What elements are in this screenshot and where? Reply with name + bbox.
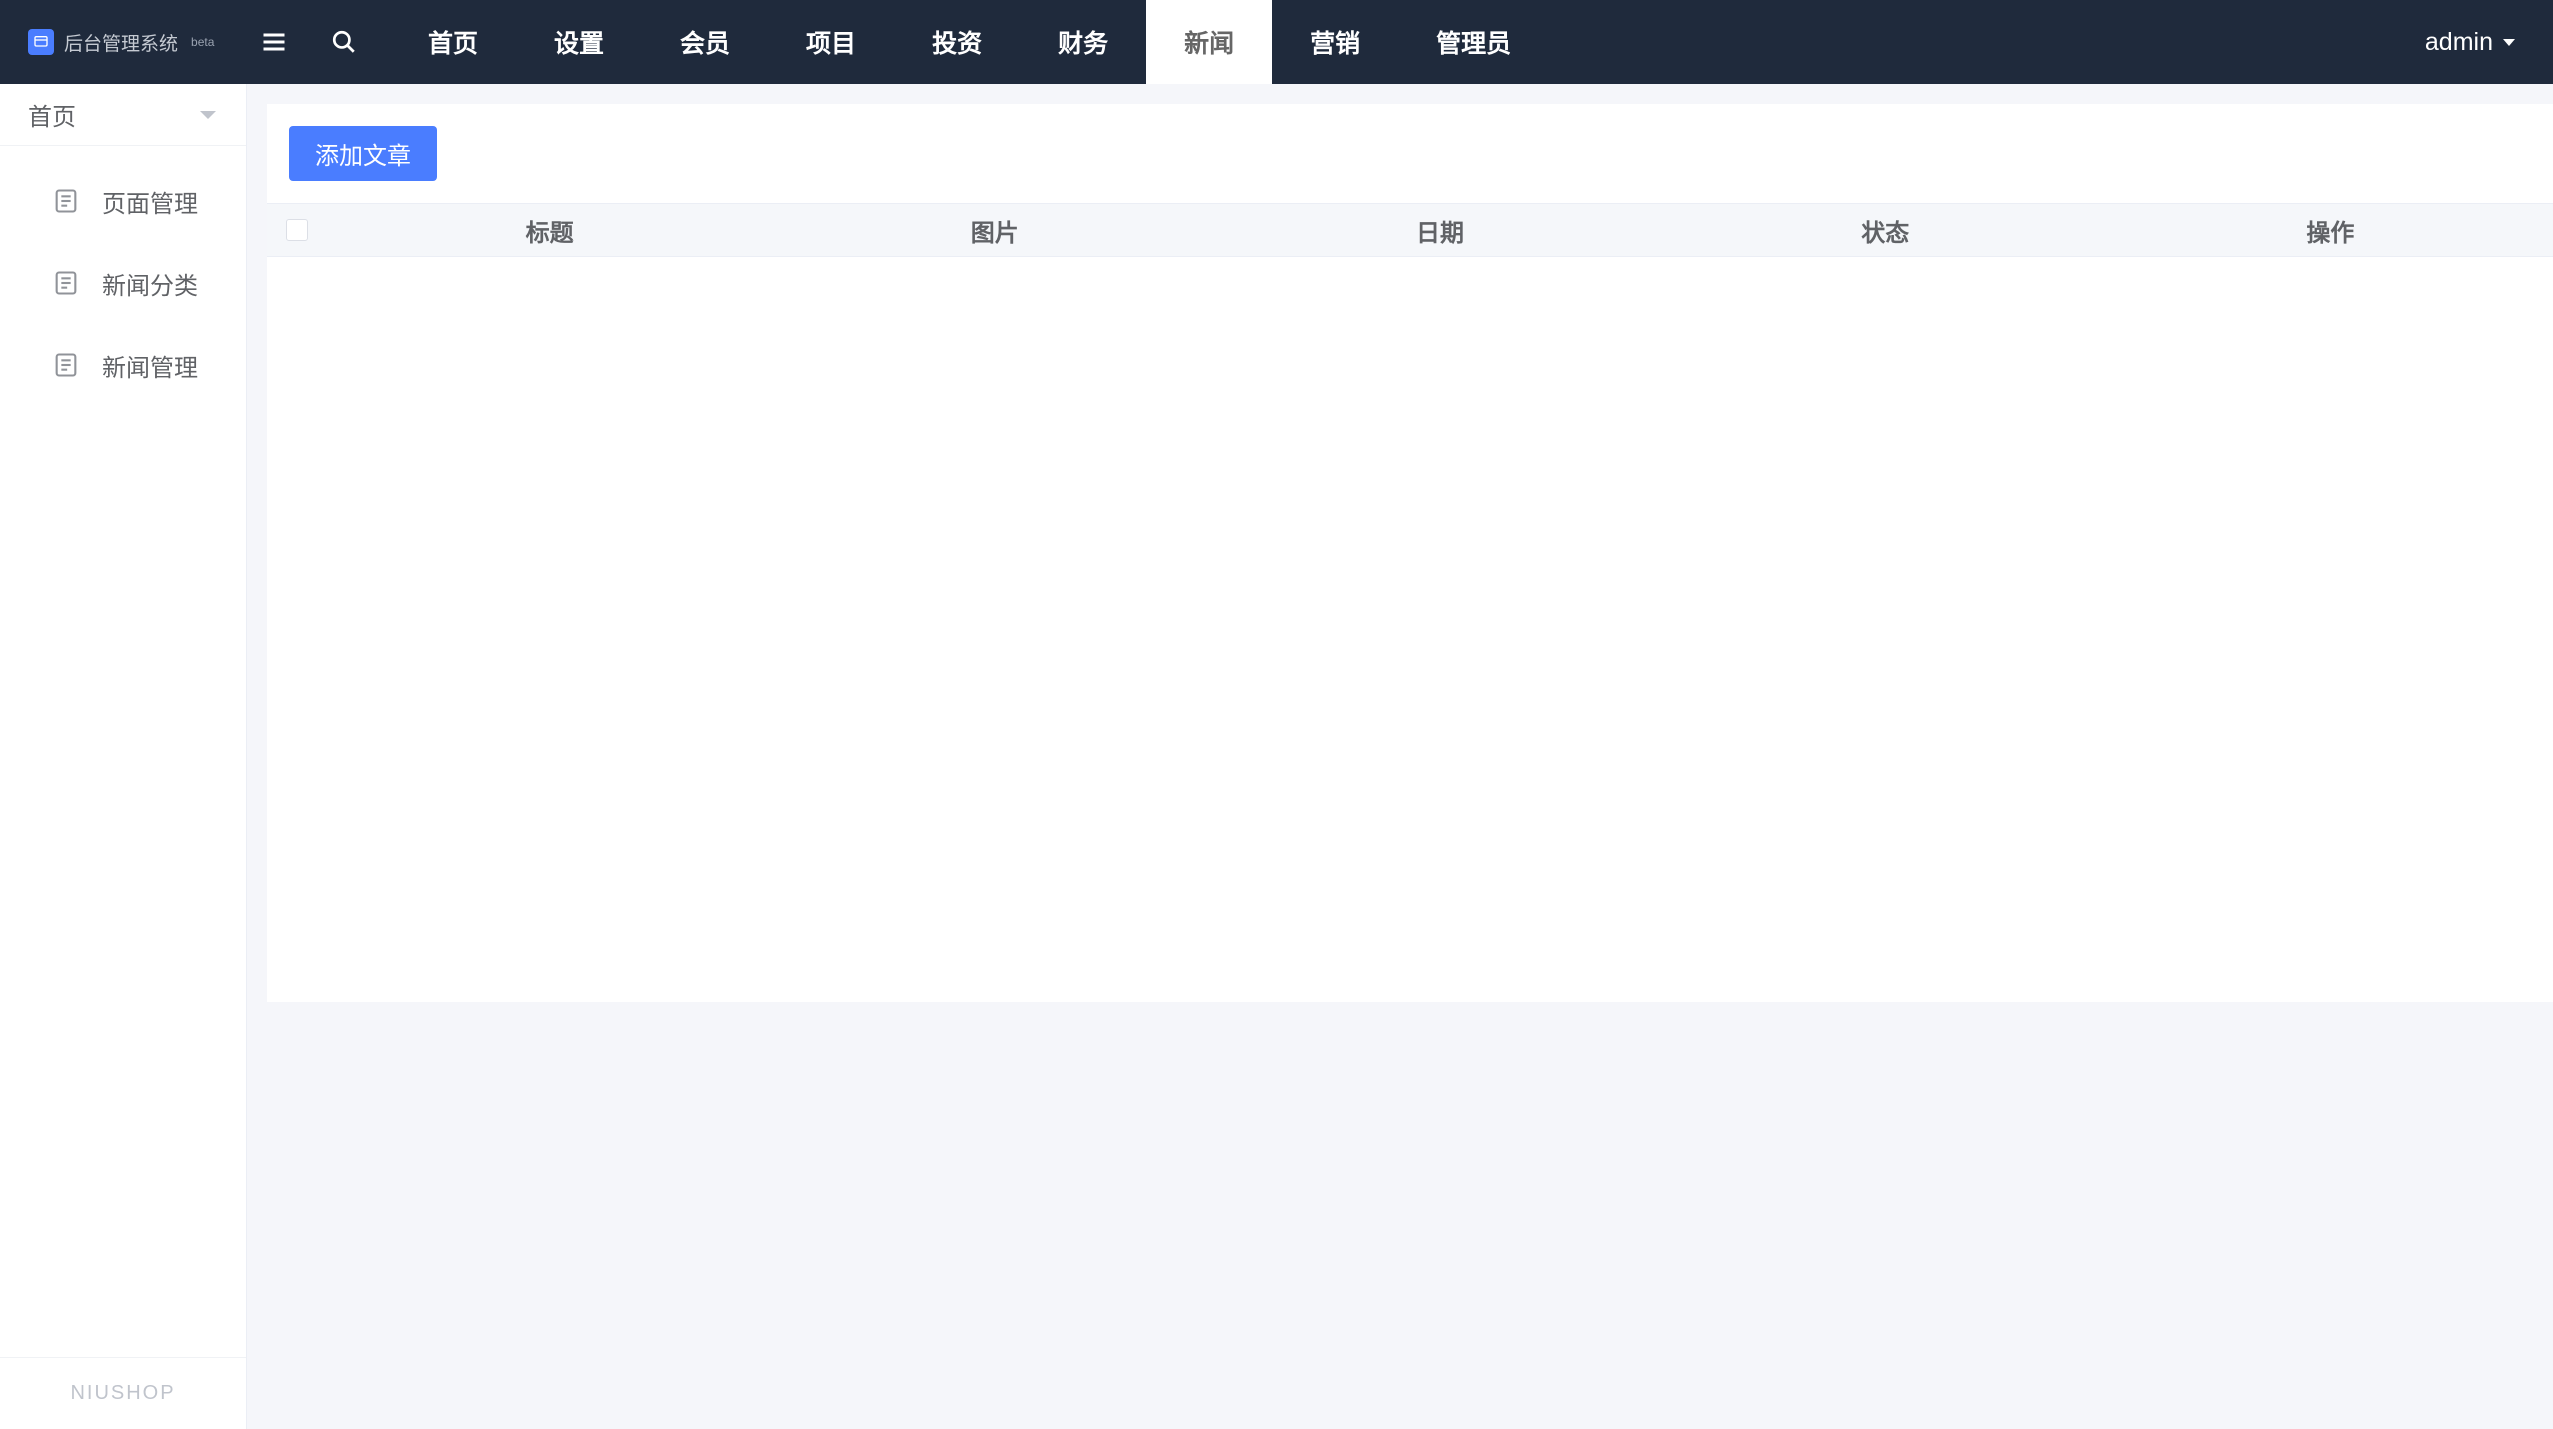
logo-beta: beta (191, 35, 214, 49)
sidebar: 首页 页面管理 新闻分类 新闻管理 NIU (0, 84, 247, 1429)
nav-tab-finance[interactable]: 财务 (1020, 0, 1146, 84)
nav-tab-marketing[interactable]: 营销 (1272, 0, 1398, 84)
sidebar-title[interactable]: 首页 (0, 84, 246, 146)
sidebar-items: 页面管理 新闻分类 新闻管理 (0, 146, 246, 420)
sidebar-item-page-manage[interactable]: 页面管理 (0, 160, 246, 242)
sidebar-item-label: 新闻管理 (102, 348, 198, 383)
add-article-button[interactable]: 添加文章 (289, 126, 437, 181)
nav-tab-settings[interactable]: 设置 (516, 0, 642, 84)
th-status: 状态 (1663, 213, 2108, 248)
logo-icon (28, 29, 54, 55)
main-content: 添加文章 标题 图片 日期 状态 操作 (247, 84, 2553, 1429)
document-icon (52, 351, 80, 379)
logo-text: 后台管理系统 (64, 29, 178, 56)
article-table: 标题 图片 日期 状态 操作 (267, 203, 2553, 257)
user-menu[interactable]: admin (2425, 28, 2553, 57)
nav-tab-admin[interactable]: 管理员 (1398, 0, 1549, 84)
nav-tab-projects[interactable]: 项目 (768, 0, 894, 84)
nav-tab-home[interactable]: 首页 (390, 0, 516, 84)
th-title: 标题 (327, 213, 772, 248)
table-header-row: 标题 图片 日期 状态 操作 (267, 203, 2553, 257)
nav-tab-members[interactable]: 会员 (642, 0, 768, 84)
sidebar-item-label: 页面管理 (102, 184, 198, 219)
caret-down-icon (200, 111, 216, 119)
sidebar-title-label: 首页 (28, 97, 76, 132)
th-action: 操作 (2108, 213, 2553, 248)
sidebar-item-news-manage[interactable]: 新闻管理 (0, 324, 246, 406)
select-all-checkbox[interactable] (286, 219, 308, 241)
header-tools (248, 28, 370, 56)
hamburger-icon[interactable] (260, 28, 288, 56)
th-image: 图片 (772, 213, 1217, 248)
search-icon[interactable] (330, 28, 358, 56)
chevron-down-icon (2503, 39, 2515, 46)
th-checkbox (267, 219, 327, 241)
document-icon (52, 187, 80, 215)
nav-tabs: 首页 设置 会员 项目 投资 财务 新闻 营销 管理员 (390, 0, 1549, 84)
nav-tab-invest[interactable]: 投资 (894, 0, 1020, 84)
nav-tab-news[interactable]: 新闻 (1146, 0, 1272, 84)
user-label: admin (2425, 28, 2493, 57)
sidebar-item-label: 新闻分类 (102, 266, 198, 301)
logo-area: 后台管理系统 beta (0, 29, 248, 56)
document-icon (52, 269, 80, 297)
app-header: 后台管理系统 beta 首页 设置 会员 项目 投资 财务 新闻 营销 管理员 … (0, 0, 2553, 84)
sidebar-footer: NIUSHOP (0, 1357, 246, 1429)
sidebar-item-news-category[interactable]: 新闻分类 (0, 242, 246, 324)
th-date: 日期 (1217, 213, 1662, 248)
content-card: 添加文章 标题 图片 日期 状态 操作 (267, 104, 2553, 1002)
